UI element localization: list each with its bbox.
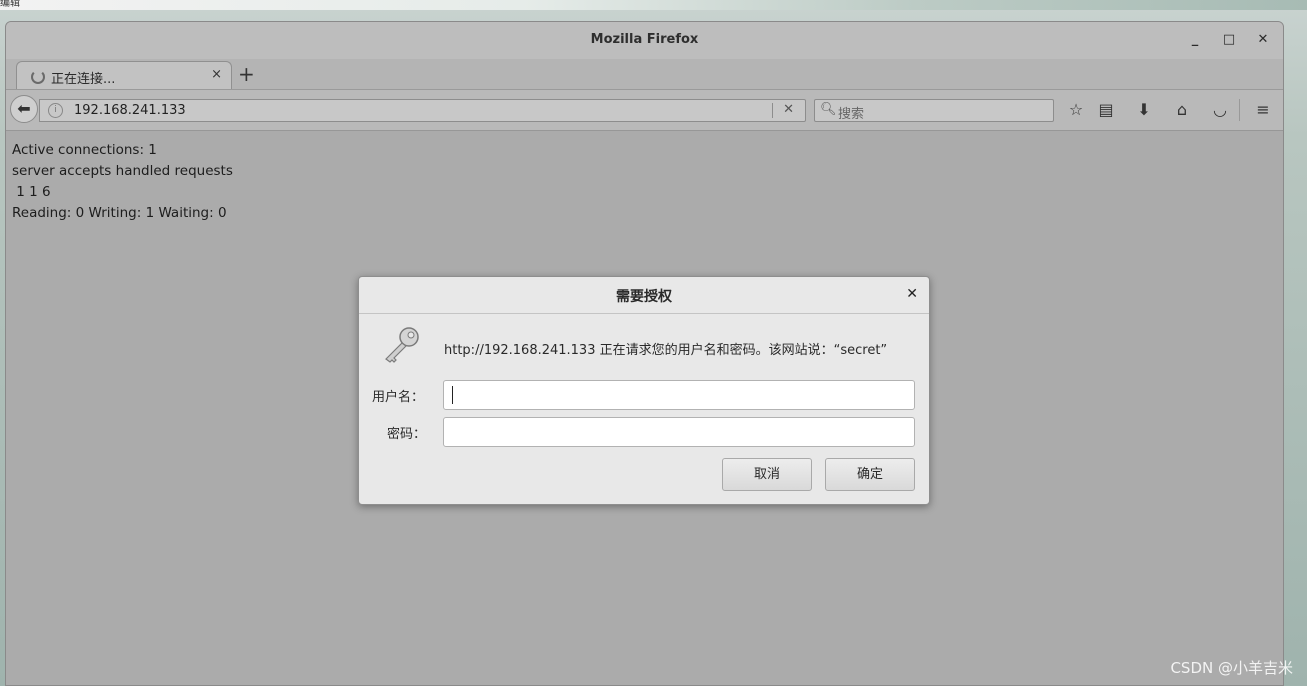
ok-button[interactable]: 确定 [825,458,915,491]
close-icon: ✕ [1257,32,1269,47]
username-label: 用户名： [372,390,425,405]
maximize-button[interactable]: □ [1219,30,1239,50]
status-line: server accepts handled requests [12,163,233,179]
status-line: Reading: 0 Writing: 1 Waiting: 0 [12,205,227,221]
csdn-watermark: CSDN @小羊吉米 [1170,659,1293,677]
username-input[interactable] [443,380,915,410]
text-caret [452,386,453,404]
tab-label: 正在连接... [51,72,116,87]
search-placeholder: 搜索 [838,107,865,122]
new-tab-button[interactable]: + [238,62,255,86]
back-button[interactable]: ⬅ [10,95,38,123]
tab-close-icon[interactable]: × [211,67,222,82]
password-label: 密码： [387,427,427,442]
dialog-message: http://192.168.241.133 正在请求您的用户名和密码。该网站说… [444,343,888,358]
minimize-icon: _ [1191,32,1199,47]
reading-list-icon[interactable]: ▤ [1096,100,1116,120]
search-icon: 🔍︎ [820,102,837,117]
stop-icon[interactable]: ✕ [783,102,794,117]
window-title: Mozilla Firefox [590,32,699,47]
tab-connecting[interactable]: 正在连接... × [16,61,232,89]
dialog-close-icon[interactable]: ✕ [906,286,918,302]
tab-bar: 正在连接... × + [6,59,1283,90]
dialog-header: 需要授权 ✕ [359,277,929,314]
loading-spinner-icon [31,70,45,84]
url-bar[interactable]: i 192.168.241.133 ✕ [39,99,806,122]
url-text[interactable]: 192.168.241.133 [74,103,186,118]
download-icon[interactable]: ⬇ [1134,100,1154,120]
cancel-button[interactable]: 取消 [722,458,812,491]
key-icon [385,327,419,363]
minimize-button[interactable]: _ [1185,30,1205,50]
pocket-icon[interactable]: ◡ [1210,100,1230,120]
desktop-menu-text: 编辑 [0,0,20,9]
navigation-bar: ⬅ i 192.168.241.133 ✕ 🔍︎ 搜索 ☆ ▤ ⬇ ⌂ ◡ ≡ [6,90,1283,131]
password-input[interactable] [443,417,915,447]
status-line: Active connections: 1 [12,142,157,158]
search-box[interactable]: 🔍︎ 搜索 [814,99,1054,122]
nginx-status-text: Active connections: 1 server accepts han… [12,140,233,224]
url-separator [772,103,773,118]
status-line: 1 1 6 [12,184,51,200]
info-icon[interactable]: i [48,103,63,118]
back-arrow-icon: ⬅ [17,99,31,118]
bookmark-star-icon[interactable]: ☆ [1066,100,1086,120]
toolbar-divider [1239,99,1240,121]
home-icon[interactable]: ⌂ [1172,100,1192,120]
title-bar[interactable]: Mozilla Firefox _ □ ✕ [6,22,1283,59]
hamburger-menu-icon[interactable]: ≡ [1253,100,1273,120]
close-window-button[interactable]: ✕ [1253,30,1273,50]
auth-dialog: 需要授权 ✕ http://192.168.241.133 正在请求您的用户名和… [358,276,930,505]
dialog-title: 需要授权 [616,289,672,305]
maximize-icon: □ [1222,32,1236,47]
desktop-top-strip: 编辑 [0,0,1307,10]
